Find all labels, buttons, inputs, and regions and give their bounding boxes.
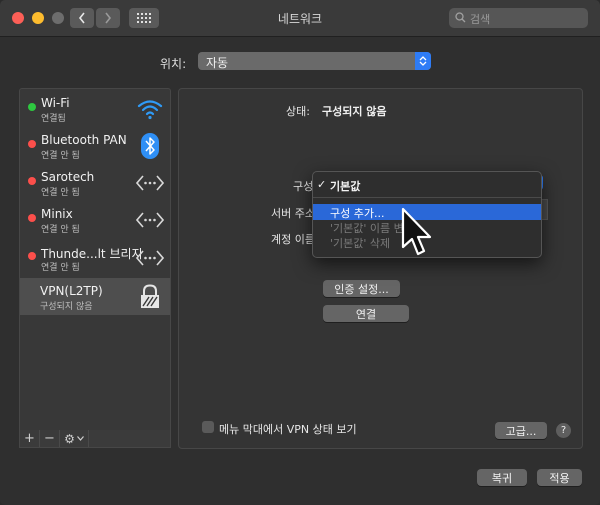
configuration-label: 구성 xyxy=(293,180,314,193)
vpn-detail-panel xyxy=(178,88,583,449)
updown-chevron-icon xyxy=(415,52,431,70)
service-name: Minix xyxy=(41,207,73,221)
mouse-pointer-icon xyxy=(401,207,432,256)
search-input[interactable]: 검색 xyxy=(449,8,588,28)
service-status: 구성되지 않음 xyxy=(40,302,93,312)
location-value: 자동 xyxy=(206,56,229,70)
server-address-label: 서버 주소 xyxy=(271,207,315,220)
ethernet-arrows-icon xyxy=(136,206,164,234)
service-list-toolbar: + − ⚙ xyxy=(19,430,171,448)
status-dot-disconnected xyxy=(28,177,36,185)
ethernet-arrows-icon xyxy=(136,169,164,197)
service-item-minix[interactable]: Minix 연결 안 됨 xyxy=(20,201,170,238)
search-icon xyxy=(455,12,466,23)
search-placeholder: 검색 xyxy=(470,13,491,26)
service-item-bluetooth-pan[interactable]: Bluetooth PAN 연결 안 됨 xyxy=(20,127,170,164)
gear-icon: ⚙ xyxy=(64,431,75,446)
location-label: 위치: xyxy=(160,57,187,71)
show-vpn-status-label: 메뉴 막대에서 VPN 상태 보기 xyxy=(219,423,357,436)
add-service-button[interactable]: + xyxy=(20,430,40,447)
service-item-thunderbolt-bridge[interactable]: Thunde...lt 브리지 연결 안 됨 xyxy=(20,239,170,276)
service-status: 연결 안 됨 xyxy=(41,188,80,198)
apply-button[interactable]: 적용 xyxy=(537,469,582,486)
service-item-sarotech[interactable]: Sarotech 연결 안 됨 xyxy=(20,164,170,201)
authentication-settings-button[interactable]: 인증 설정... xyxy=(323,280,400,297)
service-status: 연결됨 xyxy=(41,114,66,124)
help-button[interactable]: ? xyxy=(556,423,571,438)
bluetooth-icon xyxy=(136,132,164,160)
status-dot-disconnected xyxy=(28,214,36,222)
status-dot-disconnected xyxy=(28,252,36,260)
service-actions-button[interactable]: ⚙ xyxy=(60,430,89,447)
service-item-wifi[interactable]: Wi-Fi 연결됨 xyxy=(20,90,170,127)
service-item-vpn-l2tp[interactable]: VPN(L2TP) 구성되지 않음 xyxy=(20,278,170,315)
service-name: Wi-Fi xyxy=(41,96,70,110)
wifi-icon xyxy=(136,95,164,123)
service-name: VPN(L2TP) xyxy=(40,284,103,298)
location-select[interactable]: 자동 xyxy=(198,52,431,70)
account-name-label: 계정 이름 xyxy=(271,233,315,246)
status-dot-connected xyxy=(28,103,36,111)
service-name: Sarotech xyxy=(41,170,95,184)
service-status: 연결 안 됨 xyxy=(41,151,80,161)
chevron-down-icon xyxy=(76,436,84,441)
checkmark-icon: ✓ xyxy=(317,178,327,191)
ethernet-arrows-icon xyxy=(136,244,164,272)
service-status: 연결 안 됨 xyxy=(41,263,80,273)
advanced-button[interactable]: 고급... xyxy=(495,422,547,439)
status-dot-disconnected xyxy=(28,140,36,148)
menu-item-default[interactable]: ✓ 기본값 xyxy=(313,177,541,193)
lock-icon xyxy=(136,283,164,311)
show-vpn-status-checkbox[interactable] xyxy=(202,421,214,433)
remove-service-button[interactable]: − xyxy=(40,430,60,447)
title-bar: 네트워크 검색 xyxy=(0,0,600,37)
menu-separator xyxy=(313,197,541,198)
status-label: 상태: xyxy=(286,105,310,118)
connect-button[interactable]: 연결 xyxy=(323,305,409,322)
status-value: 구성되지 않음 xyxy=(322,105,387,118)
service-status: 연결 안 됨 xyxy=(41,225,80,235)
revert-button[interactable]: 복귀 xyxy=(477,469,527,486)
network-preferences-window: 네트워크 검색 위치: 자동 Wi-Fi 연결됨 Bluetooth PAN 연… xyxy=(0,0,600,505)
service-name: Bluetooth PAN xyxy=(41,133,127,147)
service-list: Wi-Fi 연결됨 Bluetooth PAN 연결 안 됨 Sarotech … xyxy=(19,88,171,431)
